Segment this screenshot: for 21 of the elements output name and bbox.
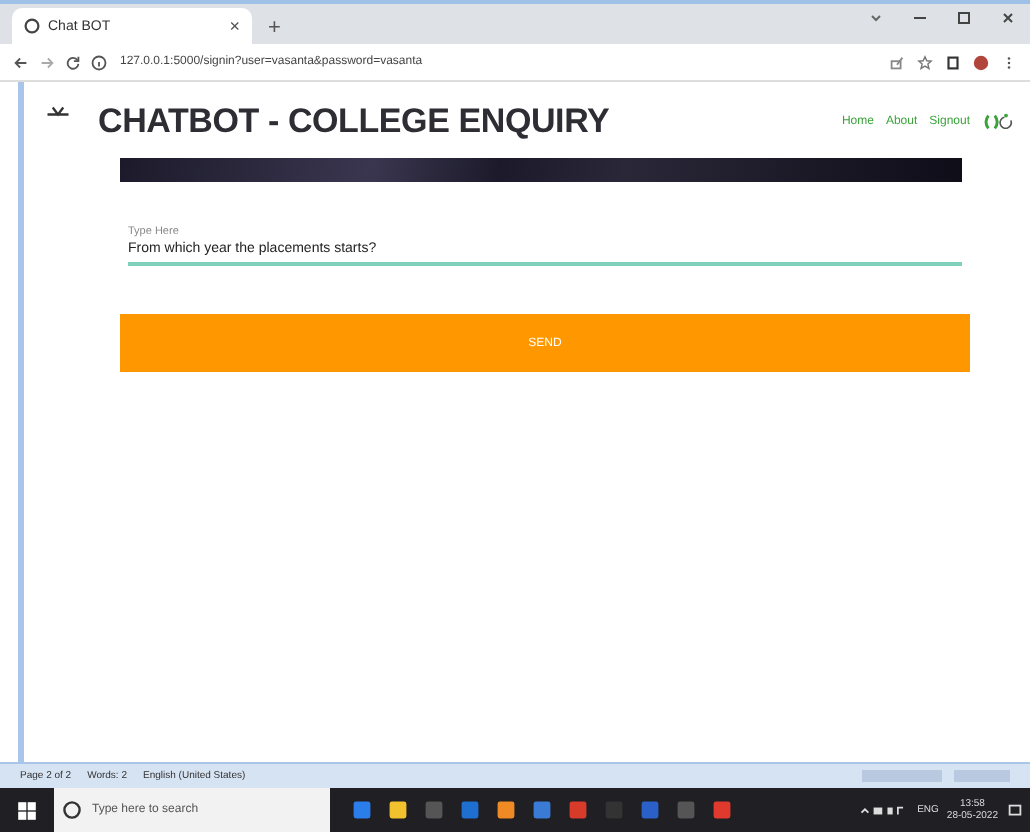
close-icon[interactable] xyxy=(998,8,1018,28)
close-tab-button[interactable]: × xyxy=(229,16,240,36)
back-arrow-icon[interactable] xyxy=(12,53,30,71)
circle-icon xyxy=(62,800,82,820)
page-title: CHATBOT - COLLEGE ENQUIRY xyxy=(98,102,610,142)
avatar-icon[interactable] xyxy=(972,53,990,71)
app-icon[interactable] xyxy=(386,798,410,822)
app-icon[interactable] xyxy=(350,798,374,822)
star-icon[interactable] xyxy=(916,53,934,71)
reload-icon[interactable] xyxy=(64,53,82,71)
maximize-icon[interactable] xyxy=(954,8,974,28)
windows-icon[interactable] xyxy=(16,799,38,821)
info-icon[interactable] xyxy=(90,53,108,71)
globe-icon xyxy=(24,18,40,34)
recycle-icon[interactable] xyxy=(982,112,1014,132)
logo-icon xyxy=(44,102,72,120)
new-tab-button[interactable]: + xyxy=(268,16,281,40)
sidebar-icon[interactable] xyxy=(944,53,962,71)
notification-icon[interactable] xyxy=(1006,801,1024,819)
share-icon[interactable] xyxy=(888,53,906,71)
app-icon[interactable] xyxy=(494,798,518,822)
